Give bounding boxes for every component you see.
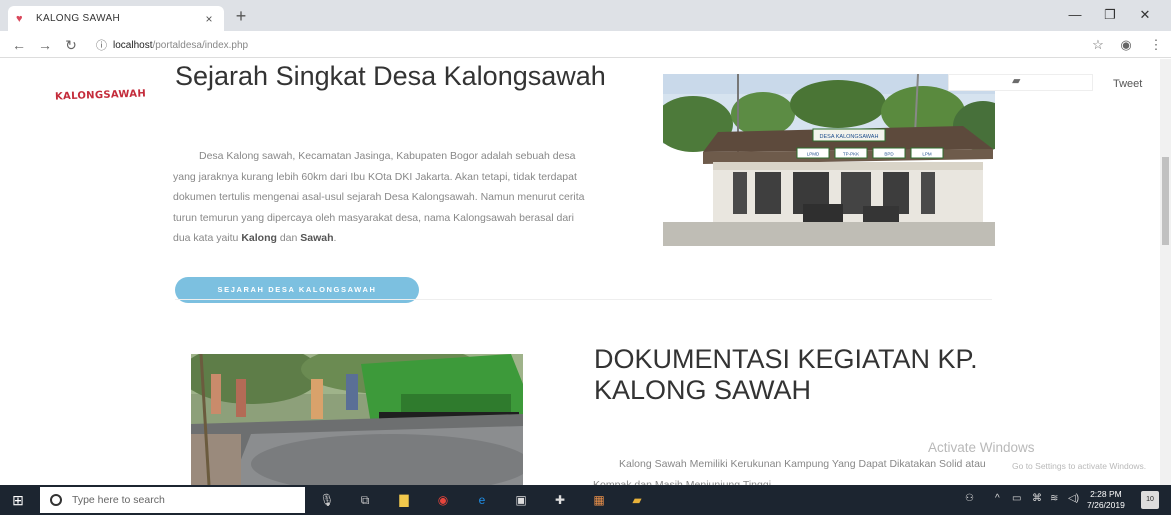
site-logo[interactable]: KALONGSAWAH [55,88,146,102]
bookmark-star-icon[interactable]: ☆ [1088,35,1108,55]
taskbar: ⊞ Type here to search 🎙 ⧉ ▇ ◉ e ▣ ✚ ▦ ▰ … [0,485,1171,515]
tab-strip: ♥ KALONG SAWAH × + — ❐ ✕ [0,0,1171,31]
activate-subtitle: Go to Settings to activate Windows. [1012,461,1147,471]
activate-title: Activate Windows [928,440,1035,455]
new-tab-button[interactable]: + [232,6,250,26]
tab-title: KALONG SAWAH [36,13,120,24]
board-label: LPM [922,152,932,157]
wifi-icon[interactable]: ≋ [1050,493,1058,504]
url-path: /portaldesa/index.php [152,39,249,51]
browser-tab[interactable]: ♥ KALONG SAWAH × [8,6,224,31]
menu-dots-icon[interactable]: ⋮ [1146,35,1166,55]
edge-icon[interactable]: e [473,491,491,509]
scrollbar-thumb[interactable] [1162,157,1169,245]
history-paragraph: Desa Kalong sawah, Kecamatan Jasinga, Ka… [173,146,585,249]
chevron-up-icon[interactable]: ^ [995,493,1000,504]
bold-sawah: Sawah [300,232,334,244]
clock-time: 2:28 PM [1090,489,1122,499]
store-icon[interactable]: ▣ [512,491,530,509]
divider [175,299,992,300]
bold-kalong: Kalong [241,232,277,244]
page-scrollbar[interactable] [1160,59,1171,485]
and-text: dan [279,232,298,244]
back-icon[interactable]: ← [8,35,30,55]
profile-icon[interactable]: ◉ [1116,35,1136,55]
documentation-heading: DOKUMENTASI KEGIATAN KP. KALONG SAWAH [594,344,978,405]
windows-start-icon[interactable]: ⊞ [8,490,28,510]
url-field[interactable]: ⓘ localhost /portaldesa/index.php [96,35,248,55]
board-label: LPMD [807,152,820,157]
reload-icon[interactable]: ↻ [60,35,82,55]
address-bar: ← → ↻ ⓘ localhost /portaldesa/index.php … [0,31,1171,58]
system-clock[interactable]: 2:28 PM 7/26/2019 [1087,489,1125,511]
period-text: . [333,232,337,244]
volume-icon[interactable]: ◁) [1068,493,1079,504]
close-window-icon[interactable]: ✕ [1125,4,1165,26]
network-icon[interactable]: ⌘ [1032,493,1042,504]
task-view-icon[interactable]: ⧉ [356,491,374,509]
file-explorer-icon[interactable]: ▇ [395,491,413,509]
forward-icon[interactable]: → [34,35,56,55]
close-tab-icon[interactable]: × [202,12,216,26]
page-content: KALONGSAWAH Sejarah Singkat Desa Kalongs… [0,59,1171,485]
activity-photo [191,354,523,485]
heart-icon: ♥ [16,12,23,25]
app-icon[interactable]: ▦ [590,491,608,509]
sublime-icon[interactable]: ▰ [628,491,646,509]
history-text: Desa Kalong sawah, Kecamatan Jasinga, Ka… [173,150,585,244]
minimize-icon[interactable]: — [1055,4,1095,26]
clock-date: 7/26/2019 [1087,500,1125,510]
history-heading: Sejarah Singkat Desa Kalongsawah [175,61,606,91]
board-label: TP-PKK [843,152,859,157]
windows-activation-watermark: Activate Windows Go to Settings to activ… [928,440,1146,471]
office-sign: DESA KALONGSAWAH [820,134,879,140]
board-label: BPD [884,152,894,157]
battery-icon[interactable]: ▭ [1012,493,1021,504]
village-office-photo: DESA KALONGSAWAH LPMD TP-PKK BPD LPM [663,74,995,246]
people-icon[interactable]: ⚇ [965,493,974,504]
url-host: localhost [113,39,153,51]
restore-icon[interactable]: ❐ [1090,4,1130,26]
bird-icon: ▰ [1012,75,1021,87]
taskbar-search[interactable]: Type here to search [40,487,305,513]
info-icon[interactable]: ⓘ [96,37,107,53]
chrome-icon[interactable]: ◉ [434,491,452,509]
notification-center-icon[interactable]: 10 [1141,491,1159,509]
tweet-button[interactable]: Tweet [1113,78,1142,90]
security-icon[interactable]: ✚ [551,491,569,509]
cortana-icon [50,494,62,506]
microphone-icon[interactable]: 🎙 [318,491,336,509]
social-share-box [948,74,1093,91]
search-placeholder: Type here to search [72,494,165,506]
